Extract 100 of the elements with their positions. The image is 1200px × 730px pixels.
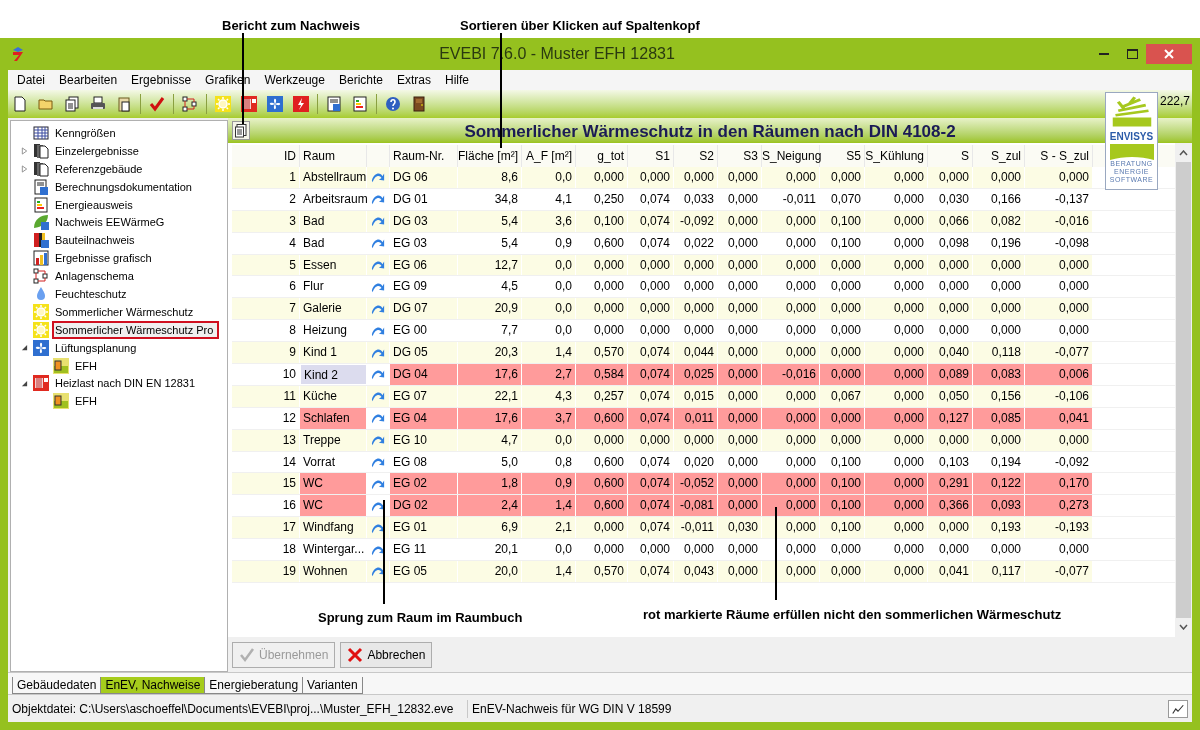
menu-item[interactable]: Hilfe xyxy=(438,70,476,90)
tab[interactable]: EnEV, Nachweise xyxy=(100,677,206,694)
report-button[interactable] xyxy=(232,121,250,140)
tree-item[interactable]: Anlagenschema xyxy=(52,267,137,286)
close-button[interactable] xyxy=(1146,44,1192,64)
table-cell: 0,000 xyxy=(820,167,865,188)
tree-item[interactable]: Ergebnisse grafisch xyxy=(52,249,155,268)
table-cell: 0,000 xyxy=(718,364,762,385)
table-cell: 0,000 xyxy=(762,385,820,407)
menu-item[interactable]: Werkzeuge xyxy=(257,70,332,90)
tree-item[interactable]: EFH xyxy=(72,356,100,375)
tree-item[interactable]: Referenzgebäude xyxy=(52,159,146,178)
expanded-arrow-icon[interactable] xyxy=(21,379,28,387)
table-cell: 0,000 xyxy=(973,298,1025,320)
tree-item[interactable]: Sommerlicher Wärmeschutz xyxy=(52,302,197,321)
tree-item[interactable]: Energieausweis xyxy=(52,195,136,214)
table-cell: 0,100 xyxy=(820,517,865,539)
table-cell: 0,000 xyxy=(865,429,928,451)
tab[interactable]: Gebäudedaten xyxy=(12,677,102,694)
table-cell: 0,074 xyxy=(628,561,674,582)
table-cell: 0,000 xyxy=(762,495,820,517)
collapsed-arrow-icon[interactable] xyxy=(21,146,28,155)
table-cell: Schlafen xyxy=(300,407,367,429)
menu-item[interactable]: Extras xyxy=(390,70,438,90)
menu-item[interactable]: Ergebnisse xyxy=(124,70,199,90)
table-cell: 0,000 xyxy=(973,254,1025,276)
table-cell: 0,000 xyxy=(820,342,865,363)
table-cell: 4,7 xyxy=(458,429,522,451)
copy-icon xyxy=(64,96,80,112)
printer-icon xyxy=(90,96,106,112)
table-cell: 0,000 xyxy=(718,342,762,363)
table-cell: EG 05 xyxy=(390,561,458,582)
tree-item[interactable]: Bauteilnachweis xyxy=(52,231,138,250)
graph-button[interactable] xyxy=(1168,699,1188,718)
maximize-icon xyxy=(1126,49,1138,59)
toolbar-button[interactable] xyxy=(180,93,200,115)
table-cell: 0,000 xyxy=(928,167,973,188)
table-cell: 2,1 xyxy=(522,517,576,539)
tree-item[interactable]: Lüftungsplanung xyxy=(52,338,140,357)
tab[interactable]: Varianten xyxy=(302,677,363,694)
tree-item[interactable]: Sommerlicher Wärmeschutz Pro xyxy=(52,320,220,339)
tree-item[interactable]: Kenngrößen xyxy=(52,123,119,142)
table-cell: 0,006 xyxy=(1025,364,1093,385)
dialog-button[interactable]: Abbrechen xyxy=(340,641,433,668)
lightning-icon xyxy=(293,96,309,112)
radiator-icon xyxy=(33,375,49,392)
table-cell: 0,100 xyxy=(576,210,628,232)
menu-item[interactable]: Berichte xyxy=(331,70,390,90)
callout-text: Sortieren über Klicken auf Spaltenkopf xyxy=(460,17,700,35)
toolbar-button[interactable] xyxy=(62,93,82,115)
folder-icon xyxy=(38,96,54,112)
tree-item[interactable]: Feuchteschutz xyxy=(52,284,130,303)
table-cell: 0,000 xyxy=(762,407,820,429)
table-cell: 0,000 xyxy=(762,429,820,451)
scroll-up-icon[interactable] xyxy=(1179,150,1188,156)
table-cell: 0,074 xyxy=(628,473,674,495)
table-cell: 5 xyxy=(232,254,300,276)
table-cell: 1,4 xyxy=(522,495,576,517)
table-cell: 0,015 xyxy=(674,385,718,407)
tree-item[interactable]: Heizlast nach DIN EN 12831 xyxy=(52,374,198,393)
scrollbar[interactable] xyxy=(1175,143,1192,637)
tree-item[interactable]: Nachweis EEWärmeG xyxy=(52,213,168,232)
expanded-arrow-icon[interactable] xyxy=(21,344,28,352)
clipboard-icon xyxy=(116,96,132,112)
tree-item[interactable]: Berechnungsdokumentation xyxy=(52,177,195,196)
table-cell: DG 06 xyxy=(390,167,458,188)
scroll-thumb[interactable] xyxy=(1176,162,1191,618)
tree-item[interactable]: EFH xyxy=(72,392,100,411)
table-cell: 0,000 xyxy=(576,429,628,451)
table-cell: 0,0 xyxy=(522,254,576,276)
collapsed-arrow-icon[interactable] xyxy=(21,164,28,173)
menu-item[interactable]: Datei xyxy=(10,70,52,90)
table-cell: 0,000 xyxy=(820,407,865,429)
status-text: EnEV-Nachweis für WG DIN V 18599 xyxy=(471,700,673,718)
table-cell: -0,077 xyxy=(1025,342,1093,363)
logo-name: ENVISYS xyxy=(1109,131,1154,142)
table-cell: 0,366 xyxy=(928,495,973,517)
table-cell: 0,000 xyxy=(762,254,820,276)
table-cell: 0,083 xyxy=(973,364,1025,385)
scroll-down-icon[interactable] xyxy=(1179,624,1188,630)
table-cell: 0,000 xyxy=(762,561,820,582)
table-cell: 0,085 xyxy=(973,407,1025,429)
tree-item[interactable]: Einzelergebnisse xyxy=(52,141,142,160)
table-cell: 0,043 xyxy=(674,561,718,582)
table-cell: Küche xyxy=(300,385,367,407)
table-cell: 20,9 xyxy=(458,298,522,320)
table-cell: 0,000 xyxy=(718,298,762,320)
table-cell: 0,000 xyxy=(718,561,762,582)
menu-item[interactable]: Bearbeiten xyxy=(52,70,125,90)
table-cell: 20,0 xyxy=(458,561,522,582)
table-cell: 0,074 xyxy=(628,364,674,385)
tab[interactable]: Energieberatung xyxy=(204,677,304,694)
table-cell: 0,000 xyxy=(718,473,762,495)
table-cell: 0,000 xyxy=(865,495,928,517)
table-cell: Kind 1 xyxy=(300,342,367,363)
table-cell: 0,000 xyxy=(762,473,820,495)
table-cell: -0,011 xyxy=(674,517,718,539)
table-cell: 0,074 xyxy=(628,342,674,363)
document-icon xyxy=(12,96,28,112)
table-cell: 2,7 xyxy=(522,364,576,385)
